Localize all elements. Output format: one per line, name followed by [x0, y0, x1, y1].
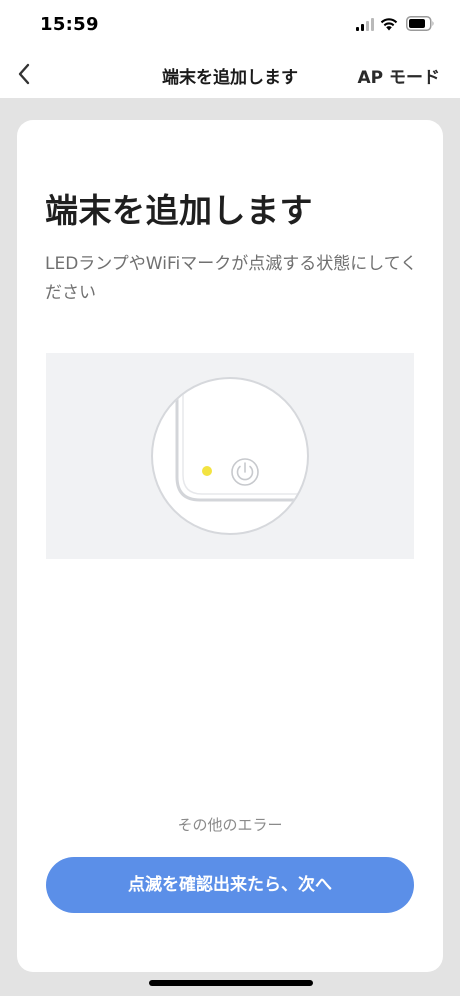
next-button[interactable]: 点滅を確認出来たら、次へ	[46, 857, 414, 913]
status-time: 15:59	[40, 14, 99, 35]
device-illustration	[46, 353, 414, 559]
battery-icon	[406, 16, 434, 31]
back-button[interactable]	[8, 56, 40, 92]
home-indicator	[149, 980, 313, 986]
chevron-left-icon	[18, 63, 30, 85]
cellular-signal-icon	[356, 18, 374, 31]
ap-mode-button[interactable]: AP モード	[357, 63, 440, 88]
led-indicator-icon	[202, 466, 212, 476]
content-card: 端末を追加します LEDランプやWiFiマークが点滅する状態にしてください その…	[17, 120, 443, 972]
instruction-text: LEDランプやWiFiマークが点滅する状態にしてください	[45, 254, 418, 303]
wifi-icon	[380, 18, 398, 31]
page-heading: 端末を追加します	[45, 191, 313, 230]
device-illustration-graphic	[151, 377, 309, 535]
status-bar: 15:59	[0, 0, 460, 50]
top-area: 15:59 端末を追加します AP モード	[0, 0, 460, 98]
nav-bar: 端末を追加します AP モード	[0, 50, 460, 98]
other-error-link[interactable]: その他のエラー	[17, 814, 443, 835]
screen: 15:59 端末を追加します AP モード 端末を追加します LEDランプやWi…	[0, 0, 460, 996]
